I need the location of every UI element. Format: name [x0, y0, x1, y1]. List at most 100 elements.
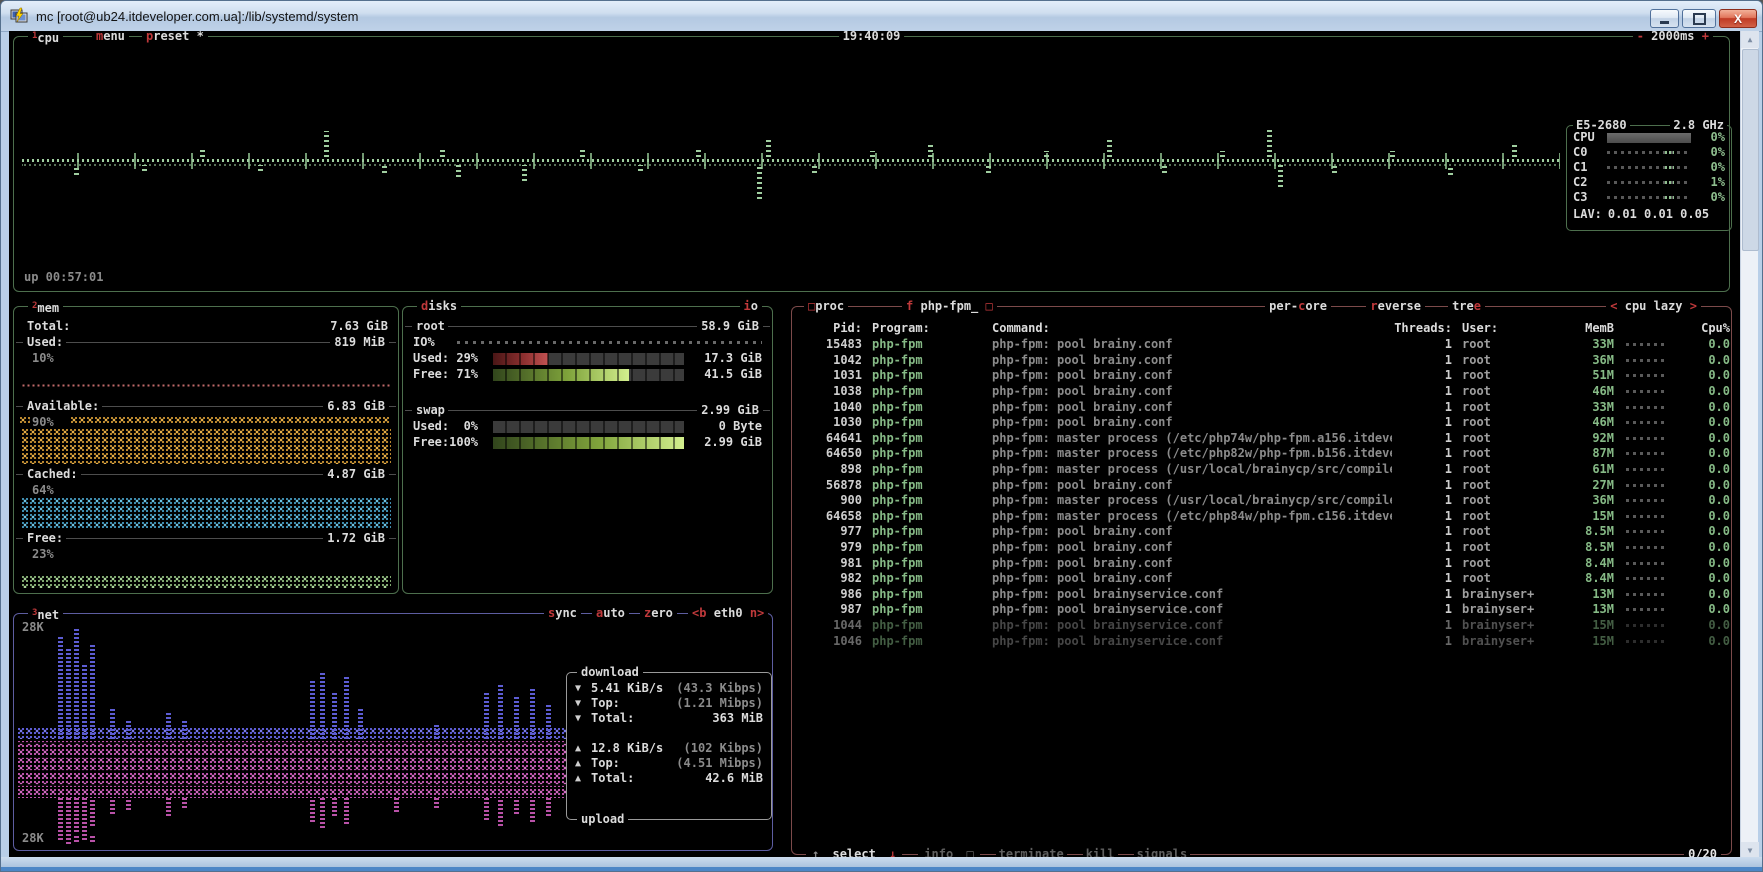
- mem-used-row: Used:819 MiB: [16, 335, 396, 350]
- proc-row[interactable]: 900php-fpmphp-fpm: master process (/usr/…: [798, 493, 1725, 509]
- reverse-toggle[interactable]: reverse: [1366, 299, 1425, 314]
- proc-box: □proc f php-fpm_ □ per-core reverse tree…: [791, 306, 1732, 855]
- scroll-up-icon[interactable]: ▲: [1741, 31, 1759, 48]
- title-bar[interactable]: mc [root@ub24.itdeveloper.com.ua]:/lib/s…: [1, 1, 1762, 32]
- uptime: up 00:57:01: [24, 270, 103, 285]
- proc-row[interactable]: 1031php-fpmphp-fpm: pool brainy.conf1roo…: [798, 368, 1725, 384]
- download-total-row: ▼Total:363 MiB: [575, 711, 763, 726]
- col-threads[interactable]: Threads:: [1392, 321, 1452, 336]
- mem-cached-graph: [21, 497, 391, 529]
- down-arrow-icon: ▼: [575, 711, 591, 726]
- app-window: mc [root@ub24.itdeveloper.com.ua]:/lib/s…: [0, 0, 1763, 872]
- proc-row[interactable]: 15483php-fpmphp-fpm: pool brainy.conf1ro…: [798, 337, 1725, 353]
- proc-row[interactable]: 1042php-fpmphp-fpm: pool brainy.conf1roo…: [798, 353, 1725, 369]
- load-average-row: LAV:0.01 0.01 0.05: [1567, 207, 1731, 222]
- proc-row[interactable]: 1040php-fpmphp-fpm: pool brainy.conf1roo…: [798, 399, 1725, 415]
- net-sync-button[interactable]: sync: [544, 606, 581, 621]
- interval-plus-button[interactable]: +: [1702, 31, 1709, 43]
- upload-top-row: ▲Top:(4.51 Mibps): [575, 756, 763, 771]
- maximize-button[interactable]: [1682, 9, 1716, 28]
- proc-row[interactable]: 898php-fpmphp-fpm: master process (/usr/…: [798, 462, 1725, 478]
- mem-available-graph: [21, 428, 391, 464]
- disk-root-free-row: Free: 71% 41.5 GiB: [413, 367, 762, 382]
- net-scale-bottom: 28K: [22, 831, 44, 846]
- col-user[interactable]: User:: [1452, 321, 1562, 336]
- up-arrow-icon: ▲: [575, 756, 591, 771]
- proc-row[interactable]: 1044php-fpmphp-fpm: pool brainyservice.c…: [798, 618, 1725, 634]
- mem-box-title: 2mem: [28, 299, 63, 316]
- cpu-meter-list: CPU0%C00%C10%C21%C30%: [1567, 130, 1731, 205]
- tree-toggle[interactable]: tree: [1448, 299, 1485, 314]
- menu-button[interactable]: menu: [92, 31, 129, 44]
- proc-row[interactable]: 981php-fpmphp-fpm: pool brainy.conf1root…: [798, 555, 1725, 571]
- net-iface-next-button[interactable]: n>: [750, 606, 764, 620]
- putty-icon: [10, 7, 28, 25]
- net-iface-prev-button[interactable]: <b: [692, 606, 706, 620]
- interval-control: - 2000ms +: [1633, 31, 1713, 44]
- proc-filter-input[interactable]: f php-fpm_ □: [902, 299, 997, 314]
- col-program[interactable]: Program:: [862, 321, 992, 336]
- mem-used-graph: [21, 383, 391, 388]
- close-button[interactable]: X: [1719, 9, 1757, 28]
- disks-box-title: disks: [417, 299, 461, 314]
- cpu-graph: [22, 97, 1560, 227]
- download-speed-row: ▼5.41 KiB/s(43.3 Kibps): [575, 681, 763, 696]
- terminal: 1cpu menu preset * 19:40:09 - 2000ms + E…: [9, 31, 1740, 859]
- proc-row[interactable]: 979php-fpmphp-fpm: pool brainy.conf1root…: [798, 540, 1725, 556]
- preset-button[interactable]: preset *: [142, 31, 208, 44]
- cpu-graph-line: [22, 153, 1560, 169]
- interval-value: 2000ms: [1651, 31, 1694, 43]
- disk-swap-free-row: Free:100% 2.99 GiB: [413, 435, 762, 450]
- proc-row[interactable]: 987php-fpmphp-fpm: pool brainyservice.co…: [798, 602, 1725, 618]
- proc-row[interactable]: 56878php-fpmphp-fpm: pool brainy.conf1ro…: [798, 477, 1725, 493]
- col-command[interactable]: Command:: [992, 321, 1392, 336]
- down-arrow-icon: ▼: [575, 696, 591, 711]
- proc-row[interactable]: 986php-fpmphp-fpm: pool brainyservice.co…: [798, 587, 1725, 603]
- proc-row[interactable]: 64650php-fpmphp-fpm: master process (/et…: [798, 446, 1725, 462]
- interval-minus-button[interactable]: -: [1637, 31, 1644, 43]
- upload-total-row: ▲Total:42.6 MiB: [575, 771, 763, 786]
- cpu-meter-row: C00%: [1567, 145, 1731, 160]
- mem-available-row: Available:6.83 GiB: [16, 399, 396, 414]
- disk-swap-row: swap2.99 GiB: [405, 403, 770, 418]
- col-pid[interactable]: Pid:: [798, 321, 862, 336]
- proc-row[interactable]: 982php-fpmphp-fpm: pool brainy.conf1root…: [798, 571, 1725, 587]
- proc-row[interactable]: 64641php-fpmphp-fpm: master process (/et…: [798, 431, 1725, 447]
- disk-root-used-row: Used: 29% 17.3 GiB: [413, 351, 762, 366]
- net-zero-button[interactable]: zero: [640, 606, 677, 621]
- upload-speed-row: ▲12.8 KiB/s(102 Kibps): [575, 741, 763, 756]
- filter-clear-icon[interactable]: □: [986, 299, 993, 313]
- scrollbar-thumb[interactable]: [1742, 49, 1759, 251]
- cpu-box: 1cpu menu preset * 19:40:09 - 2000ms + E…: [13, 36, 1730, 292]
- proc-row[interactable]: 64658php-fpmphp-fpm: master process (/et…: [798, 509, 1725, 525]
- cpu-meter-row: CPU0%: [1567, 130, 1731, 145]
- io-toggle[interactable]: io: [740, 299, 762, 314]
- sort-prev-button[interactable]: <: [1610, 299, 1617, 313]
- mem-free-graph: [21, 575, 391, 588]
- col-mem[interactable]: MemB: [1562, 321, 1614, 336]
- net-auto-button[interactable]: auto: [592, 606, 629, 621]
- per-core-toggle[interactable]: per-core: [1265, 299, 1331, 314]
- col-cpu[interactable]: Cpu%: [1670, 321, 1730, 336]
- scrollbar[interactable]: ▲ ▼: [1740, 31, 1758, 859]
- download-top-row: ▼Top:(1.21 Mibps): [575, 696, 763, 711]
- proc-box-title: □proc: [804, 299, 848, 314]
- net-scale-top: 28K: [22, 620, 44, 635]
- clock: 19:40:09: [839, 31, 905, 44]
- proc-row[interactable]: 1030php-fpmphp-fpm: pool brainy.conf1roo…: [798, 415, 1725, 431]
- proc-row[interactable]: 977php-fpmphp-fpm: pool brainy.conf1root…: [798, 524, 1725, 540]
- download-title: download: [577, 665, 643, 680]
- proc-row[interactable]: 1038php-fpmphp-fpm: pool brainy.conf1roo…: [798, 384, 1725, 400]
- disk-root-io-row: IO%: [413, 335, 762, 350]
- window-title: mc [root@ub24.itdeveloper.com.ua]:/lib/s…: [36, 9, 358, 24]
- disk-root-free-meter: [493, 369, 684, 381]
- minimize-button[interactable]: [1650, 9, 1679, 28]
- cpu-meter-row: C30%: [1567, 190, 1731, 205]
- proc-row[interactable]: 1046php-fpmphp-fpm: pool brainyservice.c…: [798, 633, 1725, 649]
- mem-box: 2mem Total:7.63 GiB Used:819 MiB 10% Ava…: [13, 306, 399, 594]
- proc-row-list: 15483php-fpmphp-fpm: pool brainy.conf1ro…: [798, 337, 1725, 649]
- net-iface-name: eth0: [714, 606, 743, 620]
- sort-next-button[interactable]: >: [1690, 299, 1697, 313]
- mem-free-pct: 23%: [32, 547, 54, 562]
- minimize-icon: [1660, 21, 1669, 24]
